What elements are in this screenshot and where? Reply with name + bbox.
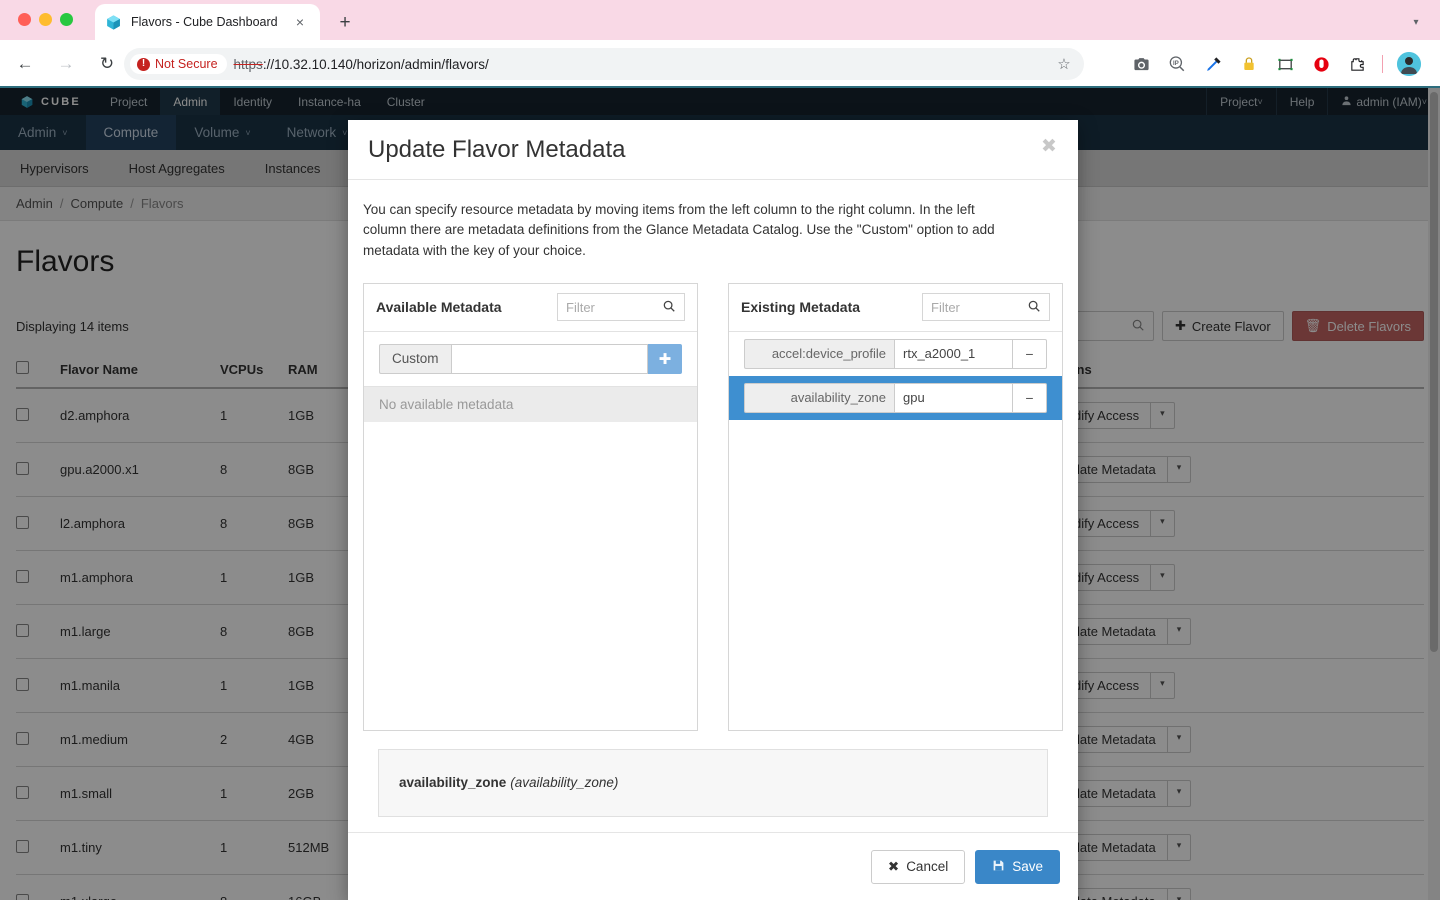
dialog-description: You can specify resource metadata by mov… xyxy=(363,202,995,258)
dialog-body: You can specify resource metadata by mov… xyxy=(348,180,1078,832)
existing-title: Existing Metadata xyxy=(741,299,861,316)
remove-metadata-button[interactable]: − xyxy=(1013,382,1047,413)
close-tab-icon[interactable]: × xyxy=(290,12,310,32)
tab-title: Flavors - Cube Dashboard xyxy=(131,15,278,29)
minimize-window-button[interactable] xyxy=(39,13,52,26)
svg-text:IP: IP xyxy=(1173,61,1179,67)
metadata-detail-key: availability_zone xyxy=(399,775,507,791)
close-icon[interactable]: ✖ xyxy=(1036,133,1062,159)
back-button[interactable]: ← xyxy=(9,48,41,80)
close-x-icon: ✖ xyxy=(887,858,900,874)
warning-icon: ! xyxy=(137,57,150,71)
metadata-key: availability_zone xyxy=(744,382,894,413)
dialog-header: Update Flavor Metadata ✖ xyxy=(348,120,1078,180)
browser-tab[interactable]: Flavors - Cube Dashboard × xyxy=(95,4,320,40)
address-bar[interactable]: ! Not Secure https://10.32.10.140/horizo… xyxy=(124,48,1084,80)
existing-metadata-panel: Existing Metadata Filter accel:device_pr… xyxy=(728,282,1063,731)
extensions-puzzle-icon[interactable] xyxy=(1346,53,1368,75)
metadata-detail-type: (availability_zone) xyxy=(510,775,619,791)
cancel-label: Cancel xyxy=(906,859,949,874)
add-custom-button[interactable]: ✚ xyxy=(648,343,682,374)
forward-button[interactable]: → xyxy=(50,48,82,80)
opera-stop-icon[interactable] xyxy=(1310,53,1332,75)
metadata-key: accel:device_profile xyxy=(744,338,894,369)
available-filter-input[interactable]: Filter xyxy=(557,293,685,322)
new-tab-button[interactable]: + xyxy=(332,10,358,36)
maximize-window-button[interactable] xyxy=(60,13,73,26)
toolbar-divider xyxy=(1382,55,1383,73)
search-icon xyxy=(662,299,676,316)
available-filter-placeholder: Filter xyxy=(566,299,595,315)
chevron-down-icon[interactable]: ▾ xyxy=(1404,10,1428,34)
reload-button[interactable]: ↻ xyxy=(91,48,123,80)
available-header: Available Metadata Filter xyxy=(364,284,697,332)
floppy-disk-icon xyxy=(992,859,1005,875)
lock-icon[interactable] xyxy=(1238,53,1260,75)
url-rest: ://10.32.10.140/horizon/admin/flavors/ xyxy=(262,56,489,72)
existing-filter-placeholder: Filter xyxy=(931,299,960,315)
remove-metadata-button[interactable]: − xyxy=(1013,338,1047,369)
close-window-button[interactable] xyxy=(18,13,31,26)
custom-label: Custom xyxy=(379,343,451,374)
camera-icon[interactable] xyxy=(1130,53,1152,75)
metadata-detail-panel: availability_zone (availability_zone) xyxy=(378,748,1048,817)
metadata-value-input[interactable]: rtx_a2000_1 xyxy=(894,338,1013,369)
custom-metadata-row: Custom ✚ xyxy=(364,332,697,387)
save-label: Save xyxy=(1012,859,1043,874)
url-scheme: https xyxy=(233,56,263,72)
screenshot-frame-icon[interactable] xyxy=(1274,53,1296,75)
not-secure-label: Not Secure xyxy=(155,57,218,71)
ip-search-icon[interactable]: IP xyxy=(1166,53,1188,75)
kebab-menu-icon[interactable]: ⋮ xyxy=(1435,53,1440,75)
update-flavor-metadata-dialog: Update Flavor Metadata ✖ You can specify… xyxy=(348,120,1078,900)
metadata-item[interactable]: availability_zone gpu − xyxy=(729,375,1062,420)
available-metadata-panel: Available Metadata Filter Custom ✚ No av… xyxy=(363,282,698,731)
avatar-icon[interactable] xyxy=(1397,52,1421,76)
not-secure-badge[interactable]: ! Not Secure xyxy=(130,54,227,74)
cancel-button[interactable]: ✖ Cancel xyxy=(870,849,966,884)
custom-key-input[interactable] xyxy=(450,343,648,374)
existing-filter-input[interactable]: Filter xyxy=(922,293,1050,322)
eyedropper-icon[interactable] xyxy=(1202,53,1224,75)
metadata-item[interactable]: accel:device_profile rtx_a2000_1− xyxy=(729,332,1062,376)
metadata-columns: Available Metadata Filter Custom ✚ No av… xyxy=(363,282,1063,731)
dialog-footer: ✖ Cancel Save xyxy=(348,832,1078,900)
url-text: https://10.32.10.140/horizon/admin/flavo… xyxy=(234,57,489,72)
browser-tabstrip: Flavors - Cube Dashboard × + ▾ xyxy=(0,0,1440,40)
window-traffic-lights xyxy=(18,13,73,26)
cube-icon xyxy=(105,14,122,31)
dialog-title: Update Flavor Metadata xyxy=(368,135,626,163)
save-button[interactable]: Save xyxy=(975,849,1060,884)
existing-header: Existing Metadata Filter xyxy=(729,284,1062,332)
search-icon xyxy=(1027,299,1041,316)
toolbar-extension-icons: IP xyxy=(1130,50,1440,78)
metadata-value-input[interactable]: gpu xyxy=(894,382,1013,413)
no-available-metadata-message: No available metadata xyxy=(364,386,697,422)
existing-metadata-list: accel:device_profile rtx_a2000_1− availabi… xyxy=(729,332,1062,420)
available-title: Available Metadata xyxy=(376,299,502,316)
star-icon[interactable]: ☆ xyxy=(1050,50,1078,78)
